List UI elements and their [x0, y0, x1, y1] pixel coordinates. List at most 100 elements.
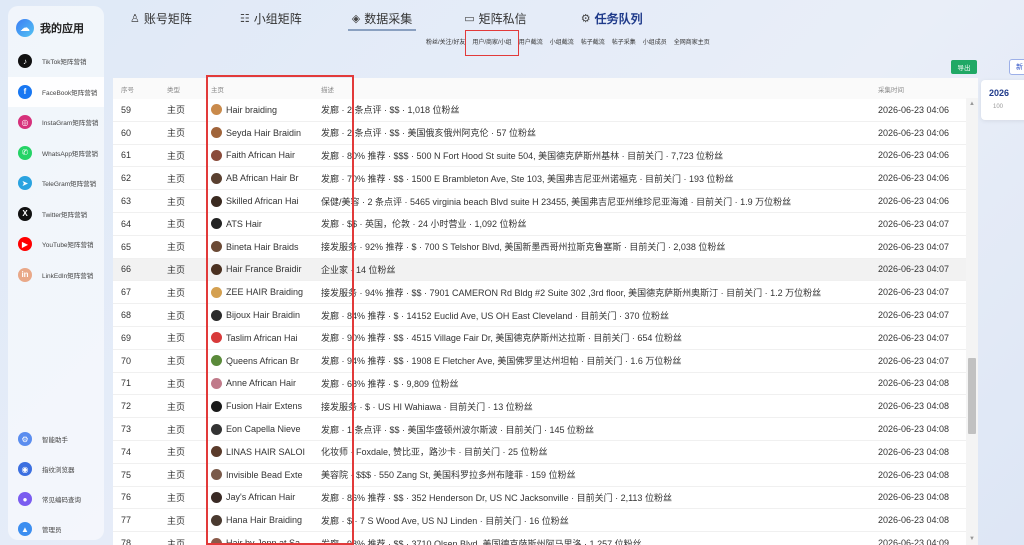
- row-page-name[interactable]: Hair France Braidir: [211, 263, 305, 275]
- sidebar-item-code-query[interactable]: ● 常见编码查询: [8, 484, 104, 514]
- row-number: 62: [121, 173, 132, 184]
- sidebar-item-assistant[interactable]: ⚙ 智能助手: [8, 424, 104, 454]
- table-row[interactable]: 66 主页 Hair France Braidir 企业家 · 14 位粉丝 2026-…: [113, 258, 978, 282]
- code-query-icon: ●: [18, 492, 32, 506]
- table-row[interactable]: 69 主页 Taslim African Hai 发廊 · 90% 推荐 · $$ ·…: [113, 327, 978, 350]
- group-icon: ☷: [239, 12, 250, 25]
- header-time[interactable]: 采集时间: [878, 84, 904, 94]
- row-page-name[interactable]: Seyda Hair Braidin: [211, 127, 305, 139]
- tab-group[interactable]: ☷ 小组矩阵: [240, 8, 302, 28]
- tab-data-collect[interactable]: ◈ 数据采集: [347, 8, 417, 31]
- table-row[interactable]: 60 主页 Seyda Hair Braidin 发廊 · 2 条点评 · $$ · …: [113, 122, 978, 145]
- sub-tab-item[interactable]: 帖子截流: [581, 37, 605, 49]
- table-row[interactable]: 71 主页 Anne African Hair 发廊 · 68% 推荐 · $ · 9…: [113, 373, 978, 396]
- app-brand[interactable]: ☁ 我的应用: [8, 10, 104, 46]
- sidebar-item-telegram[interactable]: ➤ TeleGram矩阵营销: [8, 168, 104, 199]
- sidebar-item-tiktok[interactable]: ♪ TikTok矩阵营销: [8, 46, 104, 77]
- row-page-name[interactable]: AB African Hair Br: [211, 172, 305, 184]
- sub-tab-item[interactable]: 用户/商家/小组: [465, 30, 519, 56]
- header-name[interactable]: 主页: [211, 84, 224, 94]
- row-number: 69: [121, 332, 132, 343]
- row-page-name[interactable]: Jay's African Hair: [211, 491, 305, 503]
- table-row[interactable]: 63 主页 Skilled African Hai 保健/美容 · 2 条点评 · 5…: [113, 190, 978, 213]
- sidebar-item-label: WhatsApp矩阵营销: [42, 150, 98, 158]
- sidebar-item-whatsapp[interactable]: ✆ WhatsApp矩阵营销: [8, 138, 104, 169]
- sub-tab-item[interactable]: 全网商家主页: [674, 37, 710, 49]
- table-scrollbar[interactable]: ▲ ▼: [966, 98, 978, 545]
- sidebar-item-twitter-x[interactable]: X Twitter矩阵营销: [8, 199, 104, 230]
- sidebar-item-linkedin[interactable]: in LinkEdIn矩阵营销: [8, 260, 104, 291]
- table-row[interactable]: 78 主页 Hair by Jenn at Sa 发廊 · 98% 推荐 · $$ ·…: [113, 532, 978, 545]
- table-row[interactable]: 64 主页 ATS Hair 发廊 · $$ · 英国，伦敦 · 24 小时营业 · …: [113, 213, 978, 236]
- table-row[interactable]: 62 主页 AB African Hair Br 发廊 · 70% 推荐 · $$ ·…: [113, 167, 978, 191]
- table-row[interactable]: 67 主页 ZEE HAIR Braiding 接发服务 · 94% 推荐 · $$ …: [113, 281, 978, 305]
- row-description: 发廊 · $$ · 英国，伦敦 · 24 小时营业 · 1,092 位粉丝: [321, 219, 527, 230]
- sidebar-item-facebook[interactable]: f FaceBook矩阵营销: [8, 76, 104, 107]
- sub-tab-item[interactable]: 帖子采集: [612, 37, 636, 49]
- export-button[interactable]: 导出: [951, 60, 977, 74]
- row-page-name[interactable]: Anne African Hair: [211, 377, 305, 389]
- table-row[interactable]: 76 主页 Jay's African Hair 发廊 · 86% 推荐 · $$ ·…: [113, 487, 978, 510]
- tab-account[interactable]: ♙ 账号矩阵: [130, 8, 192, 28]
- table-row[interactable]: 68 主页 Bijoux Hair Braidin 发廊 · 84% 推荐 · $ ·…: [113, 304, 978, 327]
- sidebar-bottom-nav: ⚙ 智能助手 ◉ 指纹浏览器 ● 常见编码查询 ▲ 管理员: [8, 424, 104, 544]
- row-page-name[interactable]: ATS Hair: [211, 218, 305, 230]
- tab-message[interactable]: ▭ 矩阵私信: [464, 8, 526, 28]
- row-page-name[interactable]: Eon Capella Nieve: [211, 423, 305, 435]
- row-page-name[interactable]: Fusion Hair Extens: [211, 400, 305, 412]
- row-page-name-text: ATS Hair: [226, 218, 262, 229]
- row-page-name[interactable]: ZEE HAIR Braiding: [211, 286, 305, 298]
- sidebar-item-youtube[interactable]: ▶ YouTube矩阵营销: [8, 229, 104, 260]
- row-page-name[interactable]: Bineta Hair Braids: [211, 241, 305, 253]
- scroll-up-icon[interactable]: ▲: [968, 100, 976, 108]
- tab-task-queue[interactable]: ⚙ 任务队列: [581, 8, 643, 28]
- row-time: 2026-06-23 04:06: [878, 173, 950, 184]
- row-page-name[interactable]: Hana Hair Braiding: [211, 514, 305, 526]
- table-row[interactable]: 73 主页 Eon Capella Nieve 发廊 · 1 条点评 · $$ · 美…: [113, 418, 978, 441]
- row-page-name[interactable]: Faith African Hair: [211, 149, 305, 161]
- tab-label: 账号矩阵: [143, 11, 192, 26]
- header-type[interactable]: 类型: [167, 84, 180, 94]
- table-row[interactable]: 72 主页 Fusion Hair Extens 接发服务 · $ · US HI W…: [113, 395, 978, 419]
- table-row[interactable]: 77 主页 Hana Hair Braiding 发廊 · $ · 7 S Wood …: [113, 509, 978, 533]
- sidebar-item-admin[interactable]: ▲ 管理员: [8, 514, 104, 544]
- new-button[interactable]: 新: [1009, 59, 1024, 75]
- row-description: 接发服务 · $ · US HI Wahiawa · 目前关门 · 13 位粉丝: [321, 401, 533, 412]
- sidebar-item-label: TikTok矩阵营销: [42, 59, 87, 67]
- sub-tab-item[interactable]: 粉丝/关注/好友: [426, 37, 465, 49]
- row-description: 接发服务 · 92% 推荐 · $ · 700 S Telshor Blvd, …: [321, 242, 726, 253]
- row-page-name[interactable]: Hair by Jenn at Sa: [211, 537, 305, 545]
- avatar: [211, 104, 222, 116]
- row-time: 2026-06-23 04:06: [878, 127, 950, 138]
- header-desc[interactable]: 描述: [321, 84, 334, 94]
- table-row[interactable]: 59 主页 Hair braiding 发廊 · 2 条点评 · $$ · 1,018…: [113, 99, 978, 122]
- row-page-name[interactable]: Taslim African Hai: [211, 332, 305, 344]
- row-page-name[interactable]: Hair braiding: [211, 104, 305, 116]
- sidebar-nav: ♪ TikTok矩阵营销 f FaceBook矩阵营销 ◎ InstaGram矩阵营销 ✆ W…: [8, 46, 104, 290]
- sidebar-item-instagram[interactable]: ◎ InstaGram矩阵营销: [8, 107, 104, 138]
- row-time: 2026-06-23 04:08: [878, 446, 950, 457]
- row-page-name[interactable]: Queens African Br: [211, 355, 305, 367]
- row-description: 发廊 · 70% 推荐 · $$ · 1500 E Brambleton Ave…: [321, 173, 734, 184]
- table-row[interactable]: 70 主页 Queens African Br 发廊 · 94% 推荐 · $$ · …: [113, 350, 978, 373]
- table-row[interactable]: 75 主页 Invisible Bead Exte 美容院 · $$$ · 550 Z…: [113, 464, 978, 487]
- row-page-name[interactable]: Invisible Bead Exte: [211, 469, 305, 481]
- table-row[interactable]: 74 主页 LINAS HAIR SALOI 化妆师 · Foxdale, 赞比亚，路…: [113, 441, 978, 464]
- scroll-down-icon[interactable]: ▼: [968, 535, 976, 543]
- row-page-name-text: Fusion Hair Extens: [226, 401, 303, 412]
- table-row[interactable]: 61 主页 Faith African Hair 发廊 · 80% 推荐 · $$$ …: [113, 145, 978, 168]
- row-page-name[interactable]: Bijoux Hair Braidin: [211, 309, 305, 321]
- scroll-thumb[interactable]: [968, 358, 976, 434]
- data-collect-icon: ◈: [351, 12, 361, 25]
- header-no[interactable]: 序号: [121, 84, 134, 94]
- sub-tab-item[interactable]: 用户截流: [519, 37, 543, 49]
- sub-tab-item[interactable]: 小组截流: [550, 37, 574, 49]
- row-page-name[interactable]: Skilled African Hai: [211, 195, 305, 207]
- row-page-name-text: Jay's African Hair: [226, 492, 296, 503]
- row-type: 主页: [167, 515, 186, 526]
- row-page-name[interactable]: LINAS HAIR SALOI: [211, 446, 305, 458]
- sidebar-item-browser[interactable]: ◉ 指纹浏览器: [8, 454, 104, 484]
- sub-tab-item[interactable]: 小组成员: [643, 37, 667, 49]
- table-row[interactable]: 65 主页 Bineta Hair Braids 接发服务 · 92% 推荐 · $ …: [113, 236, 978, 259]
- task-card[interactable]: 2026 100: [981, 80, 1024, 120]
